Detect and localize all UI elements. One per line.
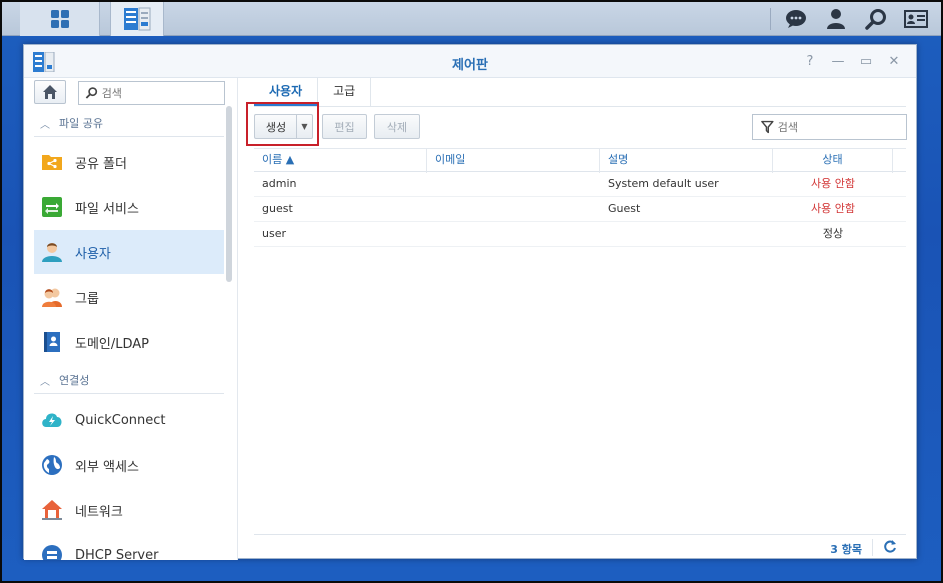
dhcp-server-icon bbox=[42, 545, 62, 560]
item-count: 3 항목 bbox=[830, 543, 862, 556]
close-button[interactable]: ✕ bbox=[886, 54, 902, 70]
sidebar-item-domain-ldap[interactable]: 도메인/LDAP bbox=[34, 320, 224, 364]
search-icon bbox=[865, 9, 886, 30]
refresh-button[interactable] bbox=[883, 539, 897, 556]
sidebar-item-file-services[interactable]: 파일 서비스 bbox=[34, 185, 224, 229]
chat-icon bbox=[786, 10, 806, 28]
cell-status: 사용 안함 bbox=[811, 177, 855, 190]
sidebar-item-quickconnect[interactable]: QuickConnect bbox=[34, 398, 224, 442]
quickconnect-icon bbox=[42, 413, 62, 427]
sidebar-scrollbar[interactable] bbox=[226, 106, 232, 282]
cell-description: System default user bbox=[608, 177, 719, 190]
sidebar-item-group[interactable]: 그룹 bbox=[34, 275, 224, 319]
home-button[interactable] bbox=[34, 80, 66, 104]
sidebar-item-label: 사용자 bbox=[75, 246, 111, 262]
domain-ldap-icon bbox=[44, 332, 60, 352]
minimize-button[interactable]: — bbox=[830, 54, 846, 70]
sidebar-item-network[interactable]: 네트워크 bbox=[34, 488, 224, 532]
network-icon bbox=[42, 500, 62, 520]
group-icon bbox=[42, 288, 62, 307]
main-menu-button[interactable] bbox=[20, 2, 100, 36]
category-file-sharing[interactable]: ︿ 파일 공유 bbox=[24, 110, 224, 136]
table-header: 이름 ▲ 이메일 설명 상태 bbox=[254, 148, 906, 173]
refresh-icon bbox=[884, 540, 896, 553]
create-button[interactable]: 생성 bbox=[254, 114, 297, 139]
user-menu-button[interactable] bbox=[818, 2, 854, 36]
search-icon bbox=[85, 87, 98, 99]
table-row[interactable]: guest Guest 사용 안함 bbox=[254, 197, 906, 222]
sidebar-item-label: 외부 액세스 bbox=[75, 459, 139, 475]
sidebar-item-label: 네트워크 bbox=[75, 504, 123, 520]
file-services-icon bbox=[42, 197, 62, 217]
sidebar-item-label: 도메인/LDAP bbox=[75, 336, 150, 352]
category-label: 연결성 bbox=[59, 374, 90, 387]
widget-icon bbox=[904, 10, 928, 28]
divider bbox=[872, 539, 873, 556]
sidebar-item-user[interactable]: 사용자 bbox=[34, 230, 224, 274]
chevron-up-icon: ︿ bbox=[40, 119, 50, 131]
cell-name: user bbox=[262, 227, 286, 240]
grid-search-box bbox=[752, 114, 907, 140]
sidebar: ︿ 파일 공유 공유 폴더 파일 서비스 bbox=[24, 78, 238, 560]
grid-icon bbox=[50, 10, 69, 28]
user-icon bbox=[827, 9, 845, 29]
cell-name: admin bbox=[262, 177, 297, 190]
divider bbox=[254, 106, 906, 107]
sidebar-item-dhcp-server[interactable]: DHCP Server bbox=[34, 533, 224, 560]
control-panel-window: 제어판 ? — ▭ ✕ ︿ 파일 공유 bbox=[23, 44, 917, 560]
external-access-icon bbox=[42, 455, 62, 475]
edit-button[interactable]: 편집 bbox=[322, 114, 367, 139]
category-label: 파일 공유 bbox=[59, 117, 103, 130]
table-footer: 3 항목 bbox=[254, 534, 906, 559]
sidebar-item-label: 공유 폴더 bbox=[75, 156, 127, 172]
cell-status: 정상 bbox=[822, 227, 844, 240]
sidebar-search-input[interactable] bbox=[97, 86, 224, 100]
sidebar-item-external-access[interactable]: 외부 액세스 bbox=[34, 443, 224, 487]
chevron-up-icon: ︿ bbox=[40, 376, 50, 388]
cell-name: guest bbox=[262, 202, 293, 215]
search-button[interactable] bbox=[858, 2, 894, 36]
table-row[interactable]: user 정상 bbox=[254, 222, 906, 247]
category-connectivity[interactable]: ︿ 연결성 bbox=[24, 367, 224, 393]
taskbar-separator bbox=[770, 8, 771, 30]
sidebar-item-label: DHCP Server bbox=[75, 547, 159, 561]
column-header-email[interactable]: 이메일 bbox=[427, 149, 600, 173]
table-row[interactable]: admin System default user 사용 안함 bbox=[254, 172, 906, 197]
taskbar bbox=[2, 2, 941, 36]
divider bbox=[34, 393, 224, 394]
tab-advanced[interactable]: 고급 bbox=[318, 78, 372, 106]
create-dropdown-button[interactable]: ▼ bbox=[296, 114, 313, 139]
sidebar-item-label: 파일 서비스 bbox=[75, 201, 139, 217]
column-header-name[interactable]: 이름 ▲ bbox=[254, 149, 427, 173]
control-panel-icon bbox=[124, 7, 151, 31]
sidebar-item-label: QuickConnect bbox=[75, 412, 166, 428]
chevron-down-icon: ▼ bbox=[301, 122, 308, 131]
taskbar-control-panel-button[interactable] bbox=[110, 2, 164, 36]
divider bbox=[34, 136, 224, 137]
window-title: 제어판 bbox=[452, 58, 488, 73]
user-icon bbox=[42, 243, 62, 262]
cell-description: Guest bbox=[608, 202, 641, 215]
user-panel: 사용자 고급 생성 ▼ 편집 삭제 이름 ▲ 이메일 설명 상태 admin bbox=[239, 78, 916, 560]
chat-button[interactable] bbox=[778, 2, 814, 36]
sidebar-item-label: 그룹 bbox=[75, 291, 99, 307]
window-title-bar[interactable]: 제어판 ? — ▭ ✕ bbox=[24, 45, 916, 78]
home-icon bbox=[43, 85, 57, 99]
filter-icon bbox=[761, 120, 774, 134]
widget-button[interactable] bbox=[898, 2, 934, 36]
help-button[interactable]: ? bbox=[802, 54, 818, 70]
maximize-button[interactable]: ▭ bbox=[858, 54, 874, 70]
cell-status: 사용 안함 bbox=[811, 202, 855, 215]
column-header-description[interactable]: 설명 bbox=[600, 149, 773, 173]
grid-search-input[interactable] bbox=[773, 120, 906, 134]
column-header-status[interactable]: 상태 bbox=[773, 149, 893, 173]
sidebar-search-box bbox=[78, 81, 225, 105]
user-table: 이름 ▲ 이메일 설명 상태 admin System default user… bbox=[254, 148, 906, 247]
shared-folder-icon bbox=[42, 155, 62, 170]
sidebar-item-shared-folder[interactable]: 공유 폴더 bbox=[34, 140, 224, 184]
delete-button[interactable]: 삭제 bbox=[374, 114, 420, 139]
